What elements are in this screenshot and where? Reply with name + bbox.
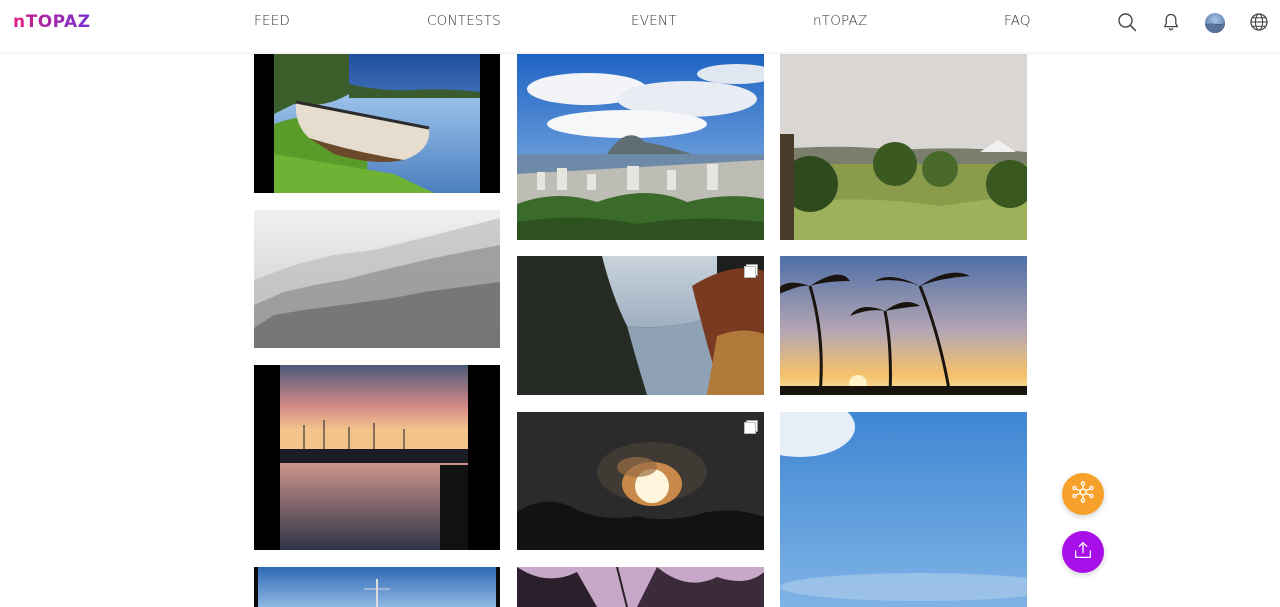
upload-button[interactable] <box>1062 531 1104 573</box>
network-button[interactable] <box>1062 473 1104 515</box>
nav-feed[interactable]: FEED <box>254 13 290 29</box>
top-nav-bar: n TOPAZ FEED CONTESTS EVENT nTOPAZ FAQ <box>0 0 1280 52</box>
bell-icon[interactable] <box>1161 12 1181 32</box>
photo-garden-park-haze[interactable] <box>780 54 1027 240</box>
select-checkbox[interactable] <box>744 266 756 278</box>
photo-sailboat-mast-blue[interactable] <box>254 567 500 607</box>
logo-text: TOPAZ <box>25 12 91 32</box>
select-checkbox[interactable] <box>744 422 756 434</box>
photo-harbor-sunset-reflection[interactable] <box>254 365 500 550</box>
photo-rio-de-janeiro-city-view[interactable] <box>517 54 764 240</box>
photo-sun-behind-clouds[interactable] <box>517 412 764 550</box>
globe-icon[interactable] <box>1249 12 1269 32</box>
photo-boat-on-lake[interactable] <box>254 54 500 193</box>
ntopaz-logo[interactable]: n TOPAZ <box>13 11 91 33</box>
nav-event[interactable]: EVENT <box>631 13 677 29</box>
logo-n: n <box>13 12 26 32</box>
avatar[interactable] <box>1205 13 1225 33</box>
photo-tree-silhouette-purple[interactable] <box>517 567 764 607</box>
network-icon <box>1071 480 1095 509</box>
upload-icon <box>1072 539 1094 566</box>
photo-river-reflection-autumn[interactable] <box>517 256 764 395</box>
nav-contests[interactable]: CONTESTS <box>427 13 501 29</box>
photo-blue-sky[interactable] <box>780 412 1027 607</box>
search-icon[interactable] <box>1117 12 1137 32</box>
photo-snowy-foggy-forest[interactable] <box>254 210 500 348</box>
nav-ntopaz[interactable]: nTOPAZ <box>813 13 867 29</box>
nav-faq[interactable]: FAQ <box>1004 13 1031 29</box>
photo-palm-tree-sunset[interactable] <box>780 256 1027 395</box>
